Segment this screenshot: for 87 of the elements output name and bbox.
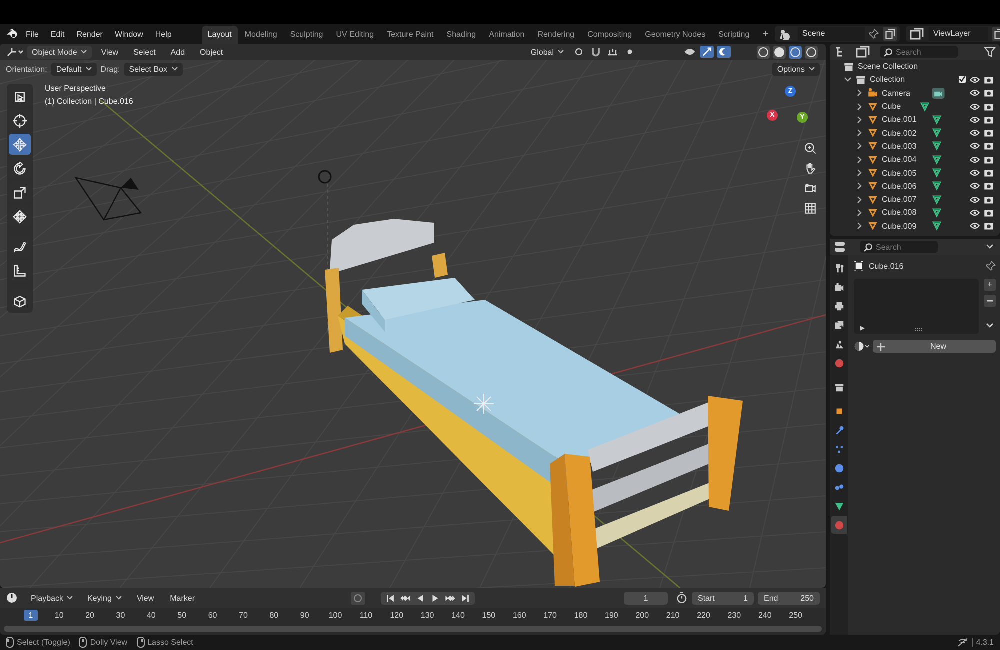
version-label: 4.3.1 (972, 638, 994, 647)
view-layer-field[interactable]: ViewLayer (928, 27, 988, 41)
frame-number: 20 (84, 610, 96, 620)
menu-item[interactable]: Keying (82, 592, 127, 604)
tree-item[interactable]: Cube.001 (882, 115, 928, 124)
workspace-tab[interactable]: Rendering (532, 26, 581, 44)
workspace-tab[interactable]: Texture Paint (381, 26, 440, 44)
frame-number: 240 (757, 610, 773, 620)
menu-item[interactable]: Window (108, 30, 150, 38)
frame-number: 30 (115, 610, 126, 620)
playhead-marker[interactable]: 1 (24, 610, 38, 620)
frame-number: 220 (696, 610, 712, 620)
frame-number: 160 (512, 610, 528, 620)
workspace-tab[interactable]: Scripting (712, 26, 756, 44)
frame-number: 130 (420, 610, 436, 620)
add-slot-button[interactable]: + (984, 279, 996, 291)
workspace-tab[interactable]: UV Editing (330, 26, 380, 44)
drag-dropdown[interactable]: Select Box (124, 62, 183, 76)
status-hint: Lasso Select (148, 638, 194, 647)
frame-number: 90 (299, 610, 310, 620)
workspace-tab[interactable]: Layout (202, 26, 238, 44)
tree-item[interactable]: Cube.003 (882, 142, 928, 151)
frame-number: 150 (481, 610, 497, 620)
new-material-button[interactable]: New (873, 340, 996, 353)
frame-number: 120 (389, 610, 405, 620)
scene-field[interactable]: Scene (798, 27, 865, 41)
object-name: Cube.016 (869, 262, 904, 270)
menu-item[interactable]: View (95, 48, 125, 56)
tree-item[interactable]: Cube.009 (882, 222, 928, 231)
current-frame-field[interactable]: 1 (624, 592, 668, 604)
tree-item[interactable]: Cube.004 (882, 155, 928, 164)
workspace-tab[interactable]: Modeling (238, 26, 284, 44)
tree-item[interactable]: Cube (882, 102, 928, 112)
menu-item[interactable]: View (130, 594, 160, 602)
start-frame-field[interactable]: Start 1 (692, 592, 754, 604)
workspace-tab[interactable]: Sculpting (284, 26, 330, 44)
workspace-tab[interactable]: Animation (483, 26, 531, 44)
add-workspace-button[interactable]: + (756, 26, 775, 44)
orientation-label: Orientation: (6, 64, 48, 74)
frame-number: 190 (604, 610, 620, 620)
menu-item[interactable]: Playback (26, 592, 78, 604)
frame-number: 250 (788, 610, 804, 620)
frame-number: 60 (207, 610, 218, 620)
drag-label: Drag: (100, 64, 120, 74)
workspace-tab[interactable]: Geometry Nodes (639, 26, 712, 44)
perspective-label: User Perspective (45, 84, 107, 93)
search-field[interactable]: Search (860, 241, 938, 253)
tree-item[interactable]: Scene Collection (858, 62, 918, 72)
menu-item[interactable]: Object (194, 48, 230, 56)
workspace-tab[interactable]: Shading (440, 26, 482, 44)
status-hint: Dolly View (90, 638, 128, 647)
workspace-tab[interactable]: Compositing (582, 26, 638, 44)
menu-item[interactable]: Edit (44, 30, 71, 38)
frame-number: 170 (542, 610, 558, 620)
frame-number: 200 (634, 610, 650, 620)
menu-item[interactable]: Add (164, 48, 192, 56)
frame-number: 100 (328, 610, 344, 620)
tree-item[interactable]: Cube.008 (882, 208, 928, 218)
menu-item[interactable]: Marker (164, 594, 202, 602)
menu-item[interactable]: Select (128, 48, 162, 56)
frame-number: 180 (573, 610, 589, 620)
frame-number: 50 (176, 610, 188, 620)
tree-item[interactable]: Cube.005 (882, 168, 928, 178)
frame-number: 110 (358, 610, 374, 620)
tree-item[interactable]: Cube.002 (882, 128, 928, 138)
frame-number: 40 (146, 610, 157, 620)
context-label: (1) Collection | Cube.016 (45, 97, 134, 106)
frame-number: 210 (665, 610, 681, 620)
search-field[interactable]: Search (880, 46, 958, 58)
frame-number: 70 (238, 610, 249, 620)
tree-item[interactable]: Cube.006 (882, 182, 928, 191)
orientation-dropdown[interactable]: Global (526, 46, 569, 58)
frame-number: 10 (54, 610, 65, 620)
frame-number: 140 (450, 610, 466, 620)
options-dropdown[interactable]: Options (772, 62, 820, 76)
tree-item[interactable]: Collection (870, 75, 906, 84)
menu-item[interactable]: Help (149, 30, 178, 38)
tree-item[interactable]: Cube.007 (882, 195, 928, 204)
orientation-default-dropdown[interactable]: Default (51, 62, 97, 76)
tree-item[interactable]: Camera (882, 88, 928, 98)
menu-item[interactable]: File (20, 30, 45, 38)
end-frame-field[interactable]: End 250 (758, 592, 820, 604)
frame-number: 230 (726, 610, 742, 620)
frame-number: 80 (268, 610, 280, 620)
mode-dropdown[interactable]: Object Mode (27, 46, 92, 58)
menu-item[interactable]: Render (70, 30, 109, 38)
status-hint: Select (Toggle) (17, 638, 70, 647)
